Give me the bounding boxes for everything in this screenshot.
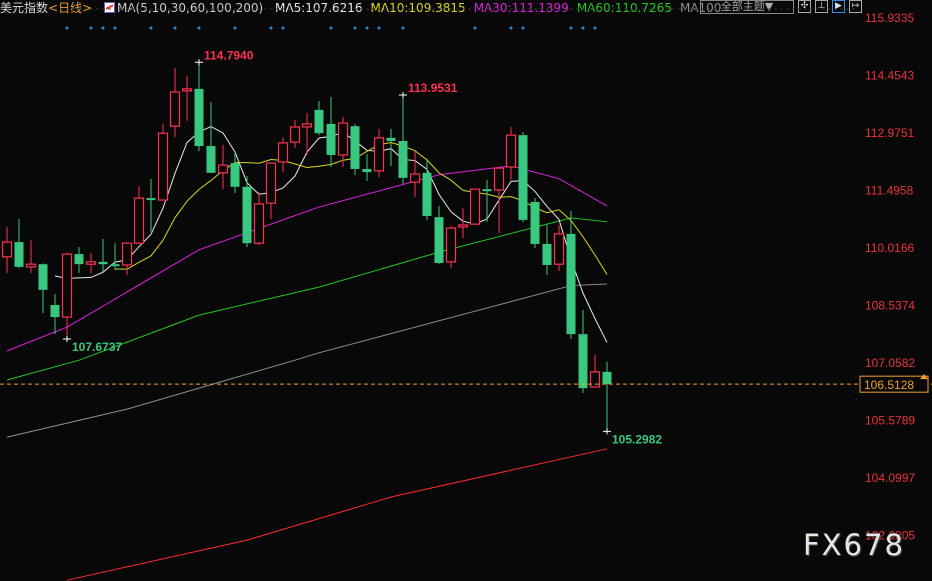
current-price-label: 106.5128 [864, 378, 914, 392]
ma60-line [6, 217, 608, 381]
signal-dot [509, 26, 513, 30]
signal-dot [365, 26, 369, 30]
signal-dot [329, 26, 333, 30]
candle-down [50, 304, 60, 318]
y-tick-label: 112.9751 [865, 126, 914, 140]
candle-down [14, 242, 24, 267]
candle-up [277, 142, 289, 163]
signal-dot [473, 26, 477, 30]
candle-down [386, 137, 396, 141]
candle-up [1, 241, 13, 258]
candle-down [530, 201, 540, 244]
y-tick-label: 104.0997 [865, 471, 915, 485]
y-tick-label: 110.0166 [865, 241, 914, 255]
candle-up [289, 126, 301, 143]
candle-down [38, 264, 48, 290]
candle-up [457, 224, 469, 228]
candle-up [25, 263, 37, 268]
signal-dot [401, 26, 405, 30]
candle-up [133, 197, 145, 244]
signal-dot [353, 26, 357, 30]
candle-down [422, 172, 432, 216]
candle-down [110, 264, 120, 267]
signal-dot [569, 26, 573, 30]
y-tick-label: 111.4958 [865, 183, 914, 197]
candle-down [326, 123, 336, 155]
y-tick-label: 108.5374 [865, 298, 915, 312]
candle-up [553, 233, 565, 265]
candle-down [74, 254, 84, 265]
signal-dot [521, 26, 525, 30]
candle-up [373, 137, 385, 172]
low-price-label: 105.2982 [612, 432, 662, 446]
candle-up [589, 371, 601, 388]
signal-dot [89, 26, 93, 30]
signal-dot [65, 26, 69, 30]
candle-up [157, 132, 169, 201]
candle-up [493, 167, 505, 191]
candle-down [314, 109, 324, 134]
signal-dot [581, 26, 585, 30]
signal-dot [233, 26, 237, 30]
candle-up [445, 227, 457, 263]
candle-down [194, 88, 204, 147]
candle-up [337, 122, 349, 156]
candle-up [469, 188, 481, 225]
ma100-line [6, 283, 608, 438]
candle-up [61, 253, 73, 318]
candle-up [265, 162, 277, 204]
candle-up [121, 242, 133, 266]
candle-down [602, 371, 612, 385]
candle-down [566, 233, 576, 335]
ma200-line [66, 448, 608, 581]
candle-up [169, 91, 181, 127]
candle-down [362, 168, 372, 173]
watermark-logo: FX678 [803, 528, 905, 562]
candle-up [217, 164, 229, 174]
candle-down [482, 189, 492, 192]
extreme-marker [399, 91, 407, 98]
candlestick-chart[interactable]: 115.9335 114.4543 112.9751 111.4958 110.0166… [0, 0, 932, 581]
high-price-label: 113.9531 [408, 81, 458, 95]
signal-dot [173, 26, 177, 30]
candle-down [206, 146, 216, 173]
extreme-marker [63, 336, 71, 343]
candle-up [85, 261, 97, 265]
y-tick-label: 107.0582 [865, 356, 915, 370]
ma30-line [6, 165, 608, 352]
candle-up [301, 123, 313, 128]
signal-dot [593, 26, 597, 30]
candle-up [505, 134, 517, 168]
y-tick-label: 105.5789 [865, 413, 915, 427]
low-price-label: 107.6737 [72, 340, 122, 354]
extreme-marker [195, 59, 203, 66]
candle-up [181, 88, 193, 92]
extreme-marker [603, 428, 611, 435]
signal-dot [377, 26, 381, 30]
candle-up [409, 173, 421, 183]
signal-dot [281, 26, 285, 30]
signal-dot [113, 26, 117, 30]
candle-down [518, 135, 528, 220]
signal-dot [269, 26, 273, 30]
candle-down [146, 198, 156, 201]
candle-down [230, 163, 240, 187]
candle-down [434, 217, 444, 264]
candle-down [98, 261, 108, 265]
candle-up [253, 203, 265, 244]
high-price-label: 114.7940 [204, 48, 254, 62]
y-tick-label: 114.4543 [865, 68, 914, 82]
candle-down [350, 126, 360, 169]
signal-dot [101, 26, 105, 30]
y-tick-label: 115.9335 [865, 11, 914, 25]
signal-dot [197, 26, 201, 30]
candle-down [242, 186, 252, 244]
candle-down [578, 334, 588, 389]
candle-down [542, 243, 552, 265]
candle-down [398, 140, 408, 178]
signal-dot [149, 26, 153, 30]
